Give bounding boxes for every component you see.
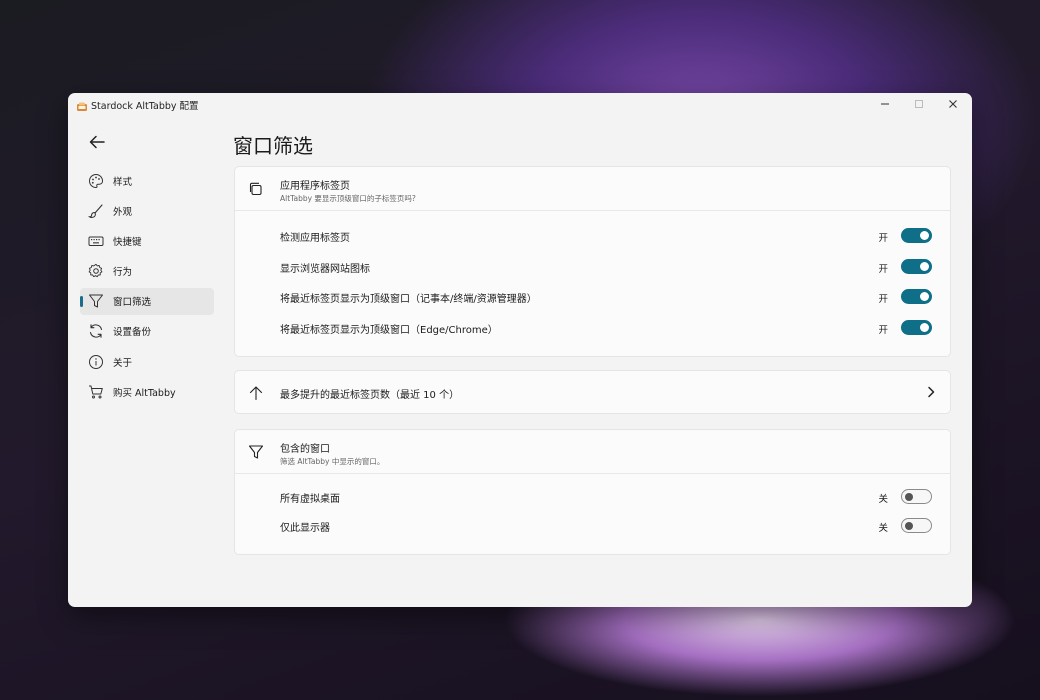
sidebar-item-buy[interactable]: 购买 AltTabby [80, 378, 214, 405]
detect-app-tabs-toggle[interactable] [901, 228, 932, 243]
brush-icon [88, 203, 104, 219]
setting-row-this-monitor-only: 仅此显示器 关 [235, 510, 950, 539]
setting-label: 显示浏览器网站图标 [280, 263, 370, 275]
toggle-state-text: 开 [878, 233, 888, 244]
app-icon [76, 98, 88, 111]
minimize-button[interactable] [868, 93, 902, 115]
title-bar: Stardock AltTabby 配置 [68, 93, 972, 115]
toggle-state-text: 开 [878, 294, 888, 305]
sidebar-nav: 样式 外观 快捷键 行为 窗口筛选 设置备份 关于 购买 AltTabby [80, 167, 214, 409]
sidebar-item-shortcuts[interactable]: 快捷键 [80, 227, 214, 254]
included-windows-header: 包含的窗口 筛选 AltTabby 中显示的窗口。 [235, 430, 950, 474]
setting-row-all-virtual-desktops: 所有虚拟桌面 关 [235, 481, 950, 510]
sidebar-item-label: 外观 [113, 206, 133, 218]
info-icon [88, 354, 104, 370]
this-monitor-only-toggle[interactable] [901, 518, 932, 533]
setting-label: 将最近标签页显示为顶级窗口（记事本/终端/资源管理器） [280, 294, 537, 305]
app-tabs-header: 应用程序标签页 AltTabby 要显示顶级窗口的子标签页吗? [235, 167, 950, 211]
toggle-state-text: 关 [878, 494, 888, 505]
sidebar-item-label: 窗口筛选 [113, 297, 152, 309]
toggle-state-text: 开 [878, 263, 888, 275]
toggle-state-text: 关 [878, 523, 888, 534]
promote-recent-tabs-label: 最多提升的最近标签页数（最近 10 个） [280, 390, 460, 401]
setting-label: 仅此显示器 [280, 523, 330, 534]
chevron-right-icon [924, 385, 938, 399]
sidebar-item-label: 快捷键 [113, 236, 142, 248]
setting-row-browser-favicons: 显示浏览器网站图标 开 [235, 251, 950, 282]
app-tabs-subtitle: AltTabby 要显示顶级窗口的子标签页吗? [280, 194, 416, 203]
page-title: 窗口筛选 [233, 134, 313, 158]
setting-row-detect-app-tabs: 检测应用标签页 开 [235, 220, 950, 251]
gear-icon [88, 263, 104, 279]
included-windows-title: 包含的窗口 [280, 444, 330, 455]
sidebar-item-style[interactable]: 样式 [80, 167, 214, 194]
tabs-icon [247, 180, 265, 198]
setting-label: 检测应用标签页 [280, 233, 350, 244]
sidebar-item-label: 购买 AltTabby [113, 387, 176, 399]
app-tabs-title: 应用程序标签页 [280, 181, 350, 192]
setting-row-recent-tabs-notepad: 将最近标签页显示为顶级窗口（记事本/终端/资源管理器） 开 [235, 281, 950, 312]
arrow-up-icon [247, 384, 265, 402]
toggle-state-text: 开 [878, 324, 888, 336]
recent-tabs-browser-toggle[interactable] [901, 319, 932, 335]
minimize-icon [881, 103, 889, 105]
promote-recent-tabs-card[interactable]: 最多提升的最近标签页数（最近 10 个） [234, 370, 951, 414]
sidebar-item-backup[interactable]: 设置备份 [80, 318, 214, 345]
setting-row-recent-tabs-browser: 将最近标签页显示为顶级窗口（Edge/Chrome） 开 [235, 312, 950, 343]
sync-icon [88, 323, 104, 339]
close-icon [949, 100, 957, 108]
cart-icon [88, 384, 104, 400]
filter-icon [88, 293, 104, 309]
sidebar-item-label: 设置备份 [113, 327, 152, 339]
maximize-icon [915, 100, 923, 108]
included-windows-subtitle: 筛选 AltTabby 中显示的窗口。 [280, 457, 385, 466]
sidebar-item-label: 行为 [113, 267, 133, 279]
sidebar-item-about[interactable]: 关于 [80, 348, 214, 375]
back-button[interactable] [86, 131, 108, 153]
included-windows-card: 包含的窗口 筛选 AltTabby 中显示的窗口。 所有虚拟桌面 关 仅此显示器… [234, 429, 951, 555]
keyboard-icon [88, 233, 104, 249]
recent-tabs-notepad-toggle[interactable] [901, 289, 932, 304]
palette-icon [88, 173, 104, 189]
setting-label: 将最近标签页显示为顶级窗口（Edge/Chrome） [280, 324, 498, 336]
all-virtual-desktops-toggle[interactable] [901, 489, 932, 504]
sidebar-item-label: 样式 [113, 176, 133, 188]
arrow-left-icon [89, 135, 105, 149]
setting-label: 所有虚拟桌面 [280, 494, 340, 505]
filter-icon [247, 443, 265, 461]
sidebar-item-appearance[interactable]: 外观 [80, 197, 214, 224]
settings-window: Stardock AltTabby 配置 样式 外观 快捷键 行为 窗口筛选 设… [68, 93, 972, 607]
sidebar-item-label: 关于 [113, 357, 133, 369]
app-tabs-card: 应用程序标签页 AltTabby 要显示顶级窗口的子标签页吗? 检测应用标签页 … [234, 166, 951, 357]
maximize-button[interactable] [902, 93, 936, 115]
browser-favicons-toggle[interactable] [901, 258, 932, 274]
window-title: Stardock AltTabby 配置 [91, 101, 199, 112]
close-button[interactable] [936, 93, 970, 115]
sidebar-item-behavior[interactable]: 行为 [80, 258, 214, 285]
sidebar-item-window-filter[interactable]: 窗口筛选 [80, 287, 214, 315]
